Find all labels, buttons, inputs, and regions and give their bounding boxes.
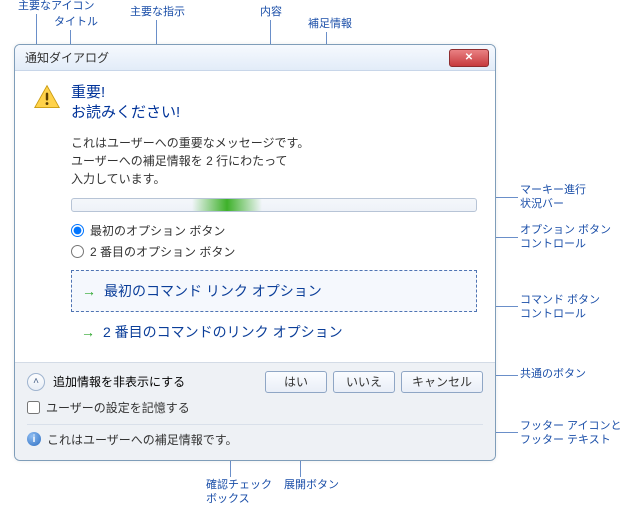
radio-option-2[interactable]: 2 番目のオプション ボタン [71, 243, 477, 260]
dialog-footer: ˄ 追加情報を非表示にする はい いいえ キャンセル ユーザーの設定を記憶する … [15, 362, 495, 460]
radio-input-2[interactable] [71, 245, 84, 258]
body-line: これはユーザーへの重要なメッセージです。 [71, 134, 477, 152]
command-link-label: 最初のコマンド リンク オプション [104, 281, 322, 301]
callout-footer-icon-text: フッター アイコンと フッター テキスト [520, 420, 622, 448]
arrow-right-icon: → [81, 324, 95, 340]
verification-label: ユーザーの設定を記憶する [46, 399, 190, 416]
footer-top-row: ˄ 追加情報を非表示にする はい いいえ キャンセル [27, 371, 483, 393]
callout-supp-info: 補足情報 [308, 18, 352, 32]
dialog-title: 通知ダイアログ [25, 49, 109, 66]
command-link-label: 2 番目のコマンドのリンク オプション [103, 322, 343, 342]
verification-checkbox-row[interactable]: ユーザーの設定を記憶する [27, 399, 483, 416]
callout-marquee: マーキー進行 状況バー [520, 184, 586, 212]
footer-info-row: i これはユーザーへの補足情報です。 [27, 424, 483, 448]
warning-icon [33, 83, 61, 111]
verification-checkbox[interactable] [27, 401, 40, 414]
callout-verify-chk: 確認チェック ボックス [206, 479, 272, 507]
command-link-2[interactable]: → 2 番目のコマンドのリンク オプション [71, 312, 477, 352]
callout-radio-ctrl: オプション ボタン コントロール [520, 224, 611, 252]
task-dialog: 通知ダイアログ ✕ 重要! お読みください! これはユーザーへの重要なメッセージ… [14, 44, 496, 461]
arrow-right-icon: → [82, 283, 96, 299]
body-line: 入力しています。 [71, 170, 477, 188]
command-link-1[interactable]: → 最初のコマンド リンク オプション [71, 270, 477, 312]
cancel-button[interactable]: キャンセル [401, 371, 483, 393]
callout-main-icon: 主要なアイコン [18, 0, 94, 14]
radio-option-1[interactable]: 最初のオプション ボタン [71, 222, 477, 239]
callout-main-instruction: 主要な指示 [130, 6, 185, 20]
footer-buttons: はい いいえ キャンセル [265, 371, 483, 393]
chevron-up-icon: ˄ [33, 376, 39, 387]
callout-expand-btn: 展開ボタン [284, 479, 339, 493]
close-button[interactable]: ✕ [449, 49, 489, 67]
expand-text: 追加情報を非表示にする [53, 373, 185, 390]
radio-label: 2 番目のオプション ボタン [90, 243, 235, 260]
titlebar: 通知ダイアログ ✕ [15, 45, 495, 71]
info-icon: i [27, 432, 41, 446]
radio-group: 最初のオプション ボタン 2 番目のオプション ボタン [71, 222, 477, 260]
callout-common-btn: 共通のボタン [520, 368, 586, 382]
marquee-progress-bar [71, 198, 477, 212]
info-icon-glyph: i [33, 434, 36, 445]
no-button[interactable]: いいえ [333, 371, 395, 393]
yes-button[interactable]: はい [265, 371, 327, 393]
head-row: 重要! お読みください! [33, 83, 477, 124]
marquee-segment [192, 199, 262, 211]
expand-collapse-button[interactable]: ˄ [27, 373, 45, 391]
radio-label: 最初のオプション ボタン [90, 222, 225, 239]
callout-title: タイトル [54, 16, 98, 30]
body-text: これはユーザーへの重要なメッセージです。 ユーザーへの補足情報を 2 行にわたっ… [71, 134, 477, 188]
command-links: → 最初のコマンド リンク オプション → 2 番目のコマンドのリンク オプショ… [71, 270, 477, 352]
callout-cmd-ctrl: コマンド ボタン コントロール [520, 294, 600, 322]
footer-info-text: これはユーザーへの補足情報です。 [47, 431, 238, 448]
close-icon: ✕ [465, 52, 473, 63]
radio-input-1[interactable] [71, 224, 84, 237]
content-area: 重要! お読みください! これはユーザーへの重要なメッセージです。 ユーザーへの… [15, 71, 495, 362]
body-line: ユーザーへの補足情報を 2 行にわたって [71, 152, 477, 170]
instruction-line: お読みください! [71, 103, 180, 123]
instruction-line: 重要! [71, 83, 180, 103]
main-instruction: 重要! お読みください! [71, 83, 180, 124]
callout-content: 内容 [260, 6, 282, 20]
